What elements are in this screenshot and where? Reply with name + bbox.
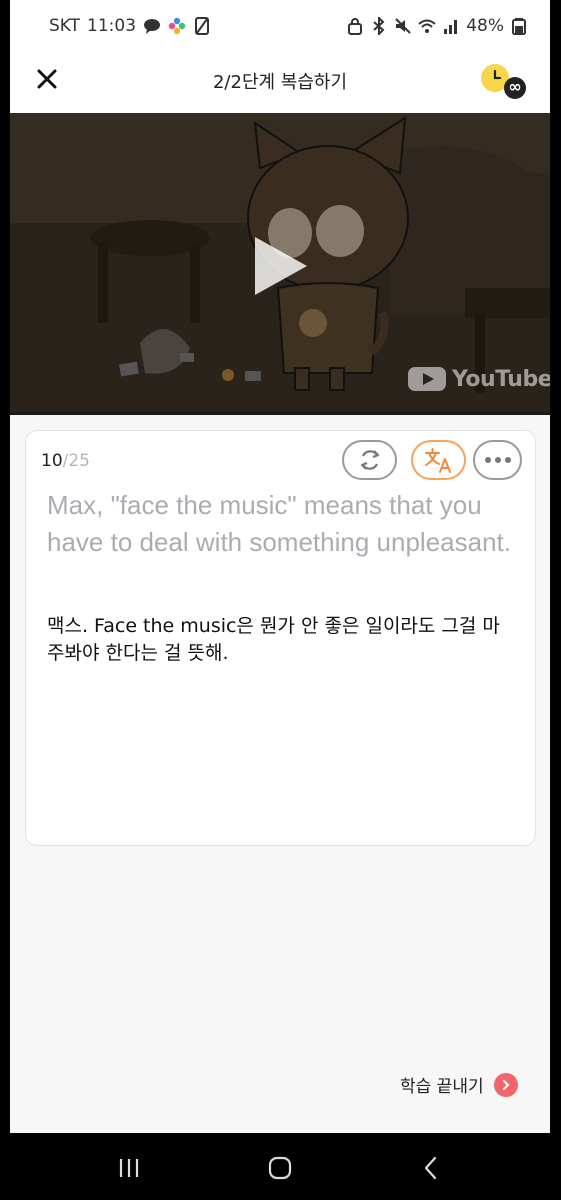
video-progress-bar[interactable]	[10, 412, 550, 415]
mute-icon	[395, 18, 411, 34]
sentence-card: 10/25 Max, "face the music" means that y…	[25, 430, 536, 846]
lock-sync-icon	[348, 18, 363, 35]
video-player[interactable]: YouTube	[10, 113, 550, 415]
back-icon[interactable]	[416, 1153, 446, 1183]
repeat-icon	[360, 450, 379, 470]
sparkle-icon	[168, 17, 186, 35]
youtube-brand-text: YouTube	[452, 366, 550, 392]
talk-bubble-icon	[144, 19, 161, 34]
signal-icon	[444, 20, 458, 34]
translate-button[interactable]	[411, 440, 466, 480]
korean-translation: 맥스. Face the music은 뭔가 안 좋은 일이라도 그걸 마주봐야…	[47, 615, 500, 664]
counter-current: 10	[41, 451, 63, 471]
home-icon[interactable]	[265, 1153, 295, 1183]
sentence-counter: 10/25	[41, 451, 90, 471]
page-title: 2/2단계 복습하기	[212, 72, 348, 93]
battery-percent: 48%	[466, 16, 504, 36]
app-header: 2/2단계 복습하기 ∞	[10, 56, 550, 113]
clock-icon	[481, 64, 526, 99]
recent-apps-icon[interactable]	[114, 1153, 144, 1183]
finish-study-button[interactable]: 학습 끝내기	[400, 1072, 518, 1097]
no-sim-icon	[195, 17, 210, 35]
youtube-logo: YouTube	[408, 365, 550, 393]
app-screen: SKT 11:03 48% 2/2단계 복습하기 ∞ YouTube 10/25…	[10, 0, 550, 1200]
status-right: 48%	[346, 16, 528, 36]
youtube-play-icon	[408, 367, 446, 391]
system-nav-bar	[0, 1133, 561, 1200]
more-options-button[interactable]	[473, 440, 522, 480]
status-bar: SKT 11:03 48%	[10, 0, 550, 56]
counter-total: /25	[62, 451, 90, 471]
carrier-label: SKT	[49, 16, 81, 36]
clock: 11:03	[87, 16, 137, 36]
repeat-button[interactable]	[342, 440, 397, 480]
infinity-label: ∞	[508, 77, 522, 96]
wifi-icon	[418, 19, 436, 33]
bluetooth-icon	[373, 17, 385, 35]
english-sentence: Max, "face the music" means that you hav…	[47, 490, 511, 557]
translate-icon	[424, 448, 451, 473]
finish-study-label: 학습 끝내기	[400, 1077, 484, 1097]
battery-icon	[512, 18, 526, 35]
status-left: SKT 11:03	[49, 16, 211, 36]
more-dots-icon	[484, 457, 511, 463]
play-icon[interactable]	[245, 231, 315, 301]
timer-badge[interactable]: ∞	[480, 62, 530, 102]
chevron-right-icon	[493, 1072, 518, 1097]
